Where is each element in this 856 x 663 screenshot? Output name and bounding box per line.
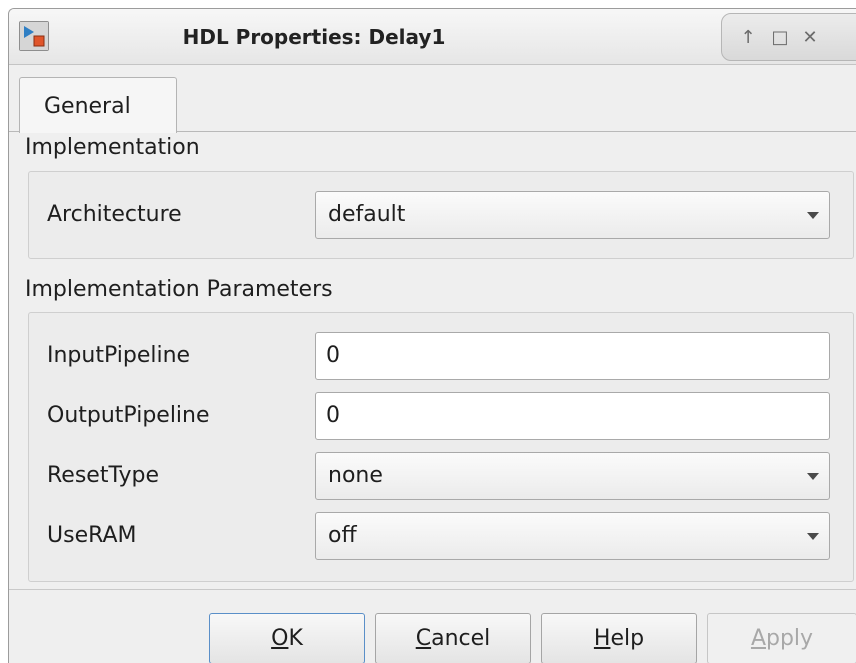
title-bar[interactable]: HDL Properties: Delay1 ↑ □ ✕ xyxy=(9,9,856,65)
reset-type-value: none xyxy=(328,463,383,488)
help-label: elp xyxy=(610,626,645,651)
window-controls: ↑ □ ✕ xyxy=(721,13,856,61)
up-arrow-icon[interactable]: ↑ xyxy=(736,26,760,50)
ok-label: K xyxy=(288,626,303,651)
architecture-label: Architecture xyxy=(47,202,182,227)
output-pipeline-field[interactable]: 0 xyxy=(315,392,830,440)
reset-type-dropdown[interactable]: none xyxy=(315,452,830,500)
apply-mnemonic: A xyxy=(750,626,766,651)
parameters-heading: Implementation Parameters xyxy=(25,277,333,302)
cancel-button[interactable]: Cancel xyxy=(375,613,531,663)
use-ram-dropdown[interactable]: off xyxy=(315,512,830,560)
ok-mnemonic: O xyxy=(271,626,289,651)
output-pipeline-label: OutputPipeline xyxy=(47,403,210,428)
help-mnemonic: H xyxy=(593,626,611,651)
implementation-heading: Implementation xyxy=(25,135,200,160)
apply-button: Apply xyxy=(707,613,856,663)
architecture-value: default xyxy=(328,202,406,227)
chevron-down-icon xyxy=(807,533,819,540)
chevron-down-icon xyxy=(807,473,819,480)
cancel-mnemonic: C xyxy=(415,626,432,651)
use-ram-value: off xyxy=(328,523,357,548)
input-pipeline-label: InputPipeline xyxy=(47,343,191,368)
footer-divider xyxy=(9,589,856,590)
tab-general[interactable]: General xyxy=(19,77,177,133)
use-ram-label: UseRAM xyxy=(47,523,137,548)
input-pipeline-field[interactable]: 0 xyxy=(315,332,830,380)
ok-button[interactable]: OK xyxy=(209,613,365,663)
apply-label: pply xyxy=(766,626,814,651)
window-title: HDL Properties: Delay1 xyxy=(182,25,446,49)
reset-type-label: ResetType xyxy=(47,463,159,488)
maximize-icon[interactable]: □ xyxy=(768,26,792,50)
help-button[interactable]: Help xyxy=(541,613,697,663)
architecture-dropdown[interactable]: default xyxy=(315,191,830,239)
cancel-label: ancel xyxy=(431,626,491,651)
hdl-properties-dialog: HDL Properties: Delay1 ↑ □ ✕ General Imp… xyxy=(8,8,856,663)
chevron-down-icon xyxy=(807,212,819,219)
close-icon[interactable]: ✕ xyxy=(798,26,822,50)
